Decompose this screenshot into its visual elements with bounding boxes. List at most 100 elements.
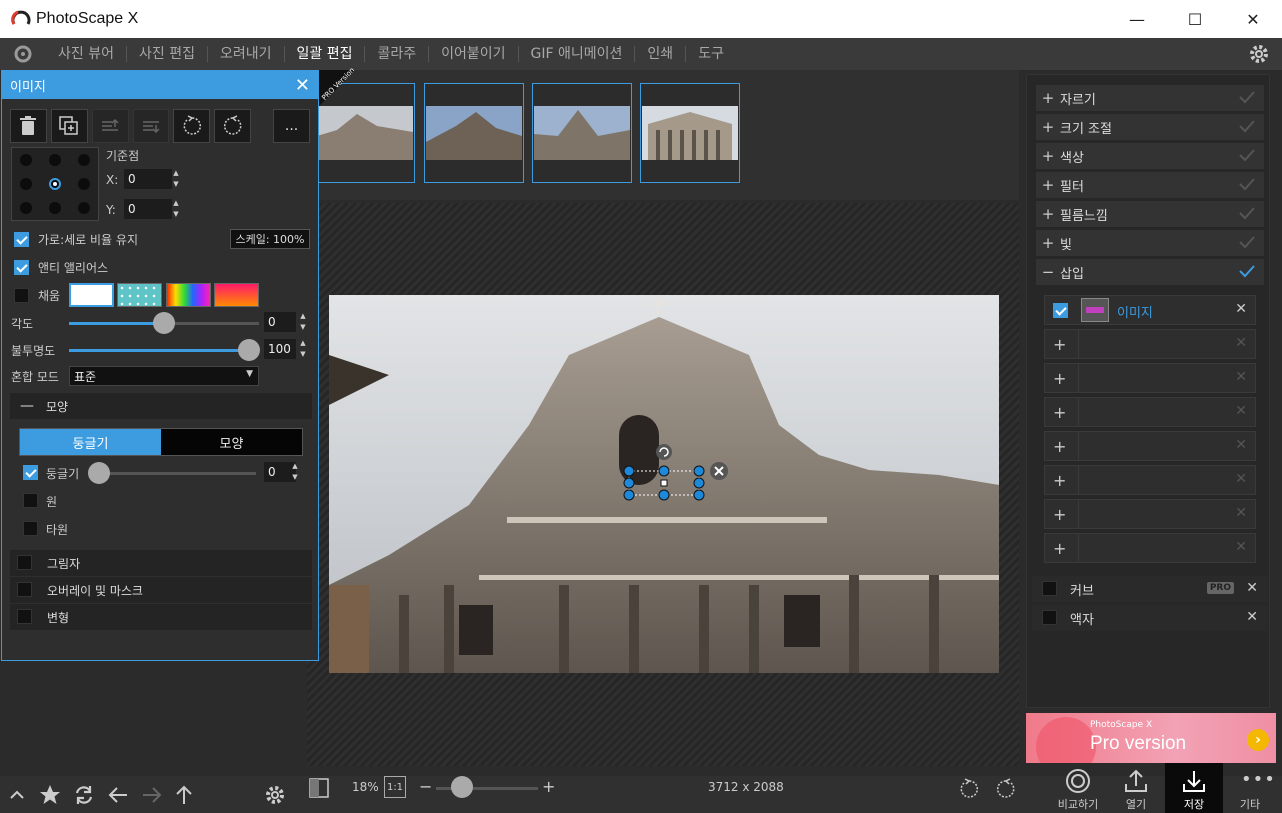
shadow-section[interactable]: 그림자 [10,550,312,576]
pro-version-ad[interactable]: PhotoScape X Pro version › [1026,713,1276,763]
y-input[interactable]: 0 [124,199,172,219]
opacity-stepper[interactable]: ▲ ▼ [298,339,308,359]
arrow-left-icon[interactable] [104,781,132,809]
curve-checkbox[interactable] [1042,581,1057,596]
zoom-in-button[interactable]: + [542,777,555,796]
round-stepper[interactable]: ▲ ▼ [290,462,300,482]
rotate-right-button[interactable] [214,109,252,143]
fill-swatch-gradient[interactable] [214,283,259,307]
tab-rounded[interactable]: 둥글기 [20,429,161,455]
insert-slot[interactable]: + ✕ [1044,431,1256,461]
send-backward-button[interactable] [132,109,170,143]
insert-image-checkbox[interactable] [1053,303,1068,318]
anchor-top-center[interactable] [48,154,61,166]
arrow-up-icon[interactable] [170,781,198,809]
menu-gif[interactable]: GIF 애니메이션 [519,46,636,62]
gear-icon[interactable] [261,781,289,809]
transform-section[interactable]: 변형 [10,604,312,630]
anchor-top-left[interactable] [20,154,33,166]
menu-collage[interactable]: 콜라주 [365,46,430,62]
opacity-input[interactable]: 100 [264,339,296,359]
menu-tools[interactable]: 도구 [686,46,736,62]
menu-combine[interactable]: 이어붙이기 [429,46,519,62]
compare-split-icon[interactable] [307,776,331,800]
compare-button[interactable]: 비교하기 [1050,763,1106,813]
tool-frame[interactable]: 액자 ✕ [1032,605,1268,631]
pro-version-badge[interactable]: PRO Version [319,66,356,106]
angle-input[interactable]: 0 [264,312,296,332]
antialias-checkbox[interactable] [14,260,29,275]
insert-slot[interactable]: + ✕ [1044,499,1256,529]
anchor-middle-left[interactable] [20,178,33,190]
close-icon[interactable]: ✕ [1246,609,1258,625]
rotate-left-button[interactable] [173,109,211,143]
arrow-right-icon[interactable] [138,781,166,809]
anchor-bottom-left[interactable] [20,202,33,214]
transform-checkbox[interactable] [17,609,32,624]
duplicate-button[interactable] [50,109,88,143]
tool-color[interactable]: + 색상 [1036,143,1264,169]
anchor-bottom-center[interactable] [48,202,61,214]
blend-mode-select[interactable]: 표준 ▼ [69,366,259,386]
save-button[interactable]: 저장 [1165,763,1223,813]
thumbnail-2[interactable] [424,83,524,183]
tool-filter[interactable]: + 필터 [1036,172,1264,198]
tool-crop[interactable]: + 자르기 [1036,85,1264,111]
close-icon[interactable]: ✕ [1246,580,1258,596]
insert-image-row[interactable]: 이미지 ✕ [1044,295,1256,325]
menu-cut-out[interactable]: 오려내기 [208,46,285,62]
insert-slot[interactable]: + ✕ [1044,397,1256,427]
close-panel-icon[interactable]: ✕ [295,75,310,96]
insert-slot[interactable]: + ✕ [1044,533,1256,563]
insert-slot[interactable]: + ✕ [1044,465,1256,495]
remove-insert-icon[interactable]: ✕ [1235,301,1247,317]
close-window-button[interactable]: ✕ [1224,0,1282,38]
ad-arrow-icon[interactable]: › [1247,729,1269,751]
insert-slot[interactable]: + ✕ [1044,329,1256,359]
thumbnail-4[interactable] [640,83,740,183]
maximize-button[interactable]: ☐ [1166,0,1224,38]
delete-button[interactable] [10,109,47,143]
shadow-checkbox[interactable] [17,555,32,570]
actual-size-button[interactable]: 1:1 [384,776,406,798]
menu-photo-viewer[interactable]: 사진 뷰어 [46,46,127,62]
opacity-slider-knob[interactable] [238,339,260,361]
angle-slider-knob[interactable] [153,312,175,334]
home-logo-icon[interactable] [0,38,46,70]
minimize-button[interactable]: — [1108,0,1166,38]
star-icon[interactable] [36,781,64,809]
refresh-icon[interactable] [70,781,98,809]
tool-light[interactable]: + 빛 [1036,230,1264,256]
anchor-top-right[interactable] [77,154,90,166]
more-button[interactable]: ••• 기타 [1222,763,1278,813]
gear-icon[interactable] [1248,43,1270,68]
rotate-left-icon[interactable] [956,776,982,802]
tool-film[interactable]: + 필름느낌 [1036,201,1264,227]
fill-checkbox[interactable] [14,288,29,303]
tool-curve[interactable]: 커브 PRO ✕ [1032,576,1268,602]
fill-swatch-white[interactable] [69,283,114,307]
anchor-middle-right[interactable] [77,178,90,190]
zoom-slider-knob[interactable] [451,776,473,798]
menu-editor[interactable]: 사진 편집 [127,46,208,62]
insert-slot[interactable]: + ✕ [1044,363,1256,393]
bring-forward-button[interactable] [91,109,129,143]
ellipse-checkbox[interactable] [23,521,38,536]
round-slider-track[interactable] [98,472,256,475]
scale-button[interactable]: 스케일: 100% [230,229,310,249]
chevron-up-icon[interactable] [4,782,30,808]
anchor-center[interactable] [48,178,61,190]
overlay-checkbox[interactable] [17,582,32,597]
round-checkbox[interactable] [23,465,38,480]
angle-stepper[interactable]: ▲ ▼ [298,312,308,332]
anchor-bottom-right[interactable] [77,202,90,214]
round-slider-knob[interactable] [88,462,110,484]
x-stepper[interactable]: ▲ ▼ [171,169,181,189]
fill-swatch-pattern[interactable] [117,283,162,307]
circle-checkbox[interactable] [23,493,38,508]
keep-ratio-checkbox[interactable] [14,232,29,247]
tool-insert[interactable]: − 삽입 [1036,259,1264,285]
overlay-section[interactable]: 오버레이 및 마스크 [10,577,312,603]
frame-checkbox[interactable] [1042,610,1057,625]
y-stepper[interactable]: ▲ ▼ [171,199,181,219]
